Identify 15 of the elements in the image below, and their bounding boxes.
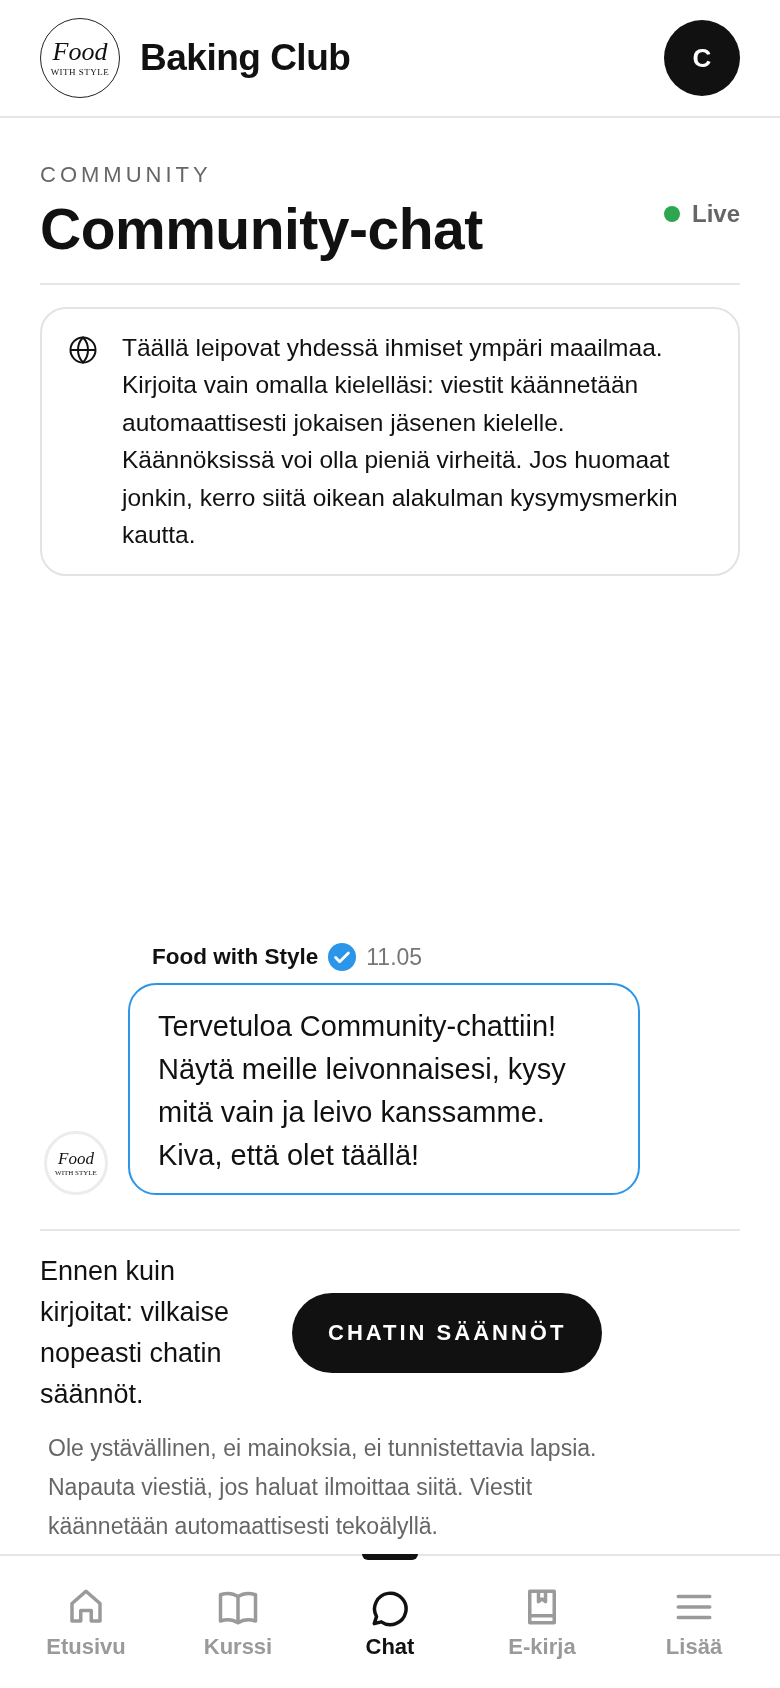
notice-text: Täällä leipovat yhdessä ihmiset ympäri maailmaa. Kirjoita vain omalla kielelläsi: viestit käännetään automaattisesti jokaisen jäsenen kielelle. Käännöksissä voi olla pieniä virheitä. Jos huomaat jonkin, kerro siitä oikean alakulman kysymysmerkin kautta. [122, 332, 679, 551]
author-name: Food with Style [152, 944, 319, 970]
profile-avatar[interactable]: C [664, 20, 740, 96]
globe-icon [68, 334, 98, 365]
app-title: Baking Club [140, 37, 352, 79]
logo: Food WITH STYLE [40, 18, 120, 98]
page-title: Community-chat [40, 198, 483, 261]
status-label: Live [691, 200, 740, 229]
rules-note: Ole ystävällinen, ei mainoksia, ei tunnistettavia lapsia. Napauta viestiä, jos haluat ilmoittaa siitä. Viestit käännetään automaattisesti tekoälyllä. [48, 1434, 598, 1541]
rules-button[interactable]: CHATIN SÄÄNNÖT [292, 1293, 603, 1373]
nav-tab[interactable]: Chat [330, 1556, 450, 1688]
rules-prompt: Ennen kuin kirjoitat: vilkaise nopeasti chatin säännöt. [40, 1255, 231, 1411]
message-bubble[interactable]: Tervetuloa Community-chattiin! Näytä meille leivonnaisesi, kysy mitä vain ja leivo kanssamme. Kiva, että olet täällä! [128, 983, 640, 1195]
section-label: COMMUNITY [40, 162, 213, 188]
message-time: 11.05 [366, 943, 423, 971]
